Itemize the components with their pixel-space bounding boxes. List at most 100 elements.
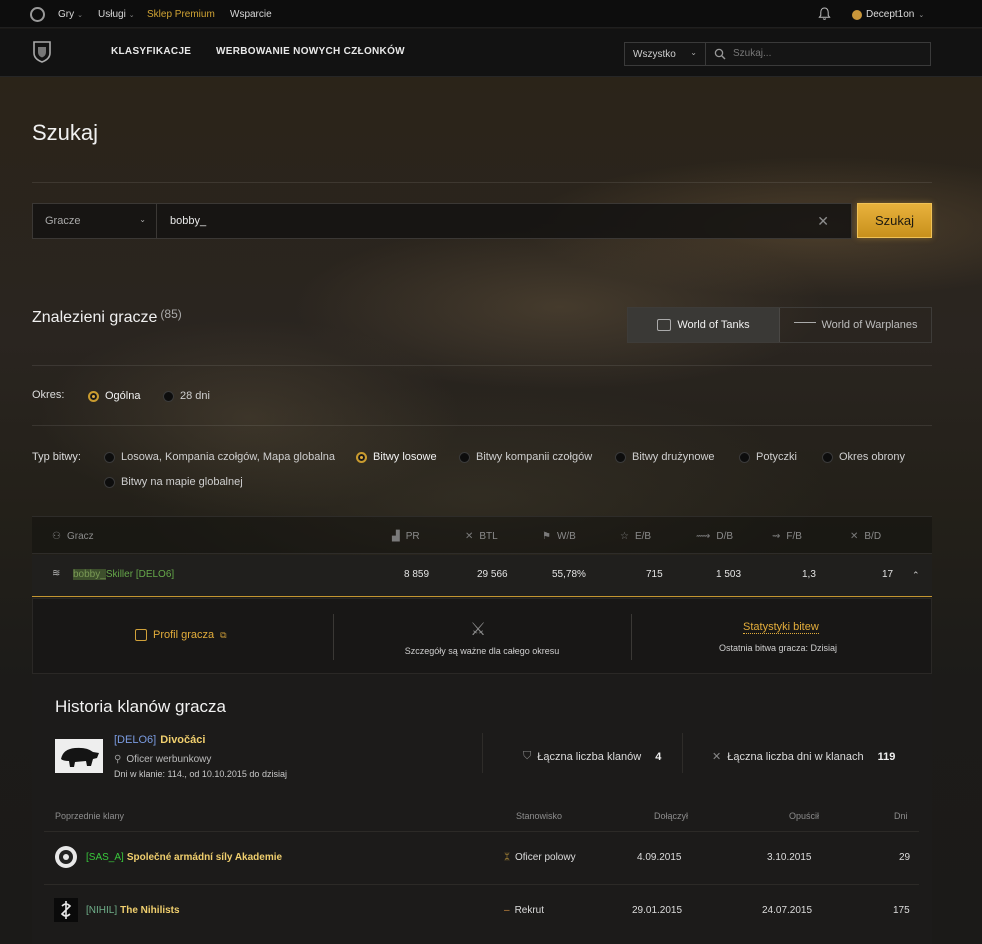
current-clan-since: Dni w klanie: 114., od 10.10.2015 do dzi… (114, 769, 287, 779)
search-button[interactable]: Szukaj (857, 203, 932, 238)
current-clan-name[interactable]: [DELO6] Divočáci (114, 734, 205, 746)
divider (333, 614, 334, 660)
search-placeholder: Szukaj... (733, 48, 772, 59)
divider (32, 365, 932, 366)
total-clans: ⛉ Łączna liczba klanów 4 (523, 750, 662, 763)
col-db[interactable]: ⟿ D/B (696, 531, 733, 542)
chevron-down-icon: ⌄ (918, 11, 925, 19)
col-pr[interactable]: ▟ PR (392, 531, 420, 542)
col-btl[interactable]: ✕ BTL (465, 531, 498, 542)
battle-type-label: Typ bitwy: (32, 451, 81, 463)
rank-chevron-icon: ≋ (52, 568, 61, 579)
support-link[interactable]: Wsparcie (230, 9, 272, 20)
player-profile-link[interactable]: Profil gracza ⧉ (135, 629, 227, 641)
chevron-down-icon: ⌄ (139, 215, 146, 224)
results-table-header: ⚇ Gracz ▟ PR ✕ BTL ⚑ W/B ☆ E/B ⟿ D/B ⇝ F/B ✕ B/D (32, 516, 932, 554)
player-search-box: Gracze ⌄ bobby_ ✕ (32, 203, 852, 239)
previous-clan-name[interactable]: [NIHIL] The Nihilists (86, 905, 180, 916)
table-row[interactable]: [SAS_A] Společné armádní síly Akademie ᛯO… (44, 831, 919, 883)
battle-type-option[interactable]: Potyczki (739, 451, 797, 463)
star-icon: ☆ (620, 531, 629, 542)
table-row[interactable]: ≋ bobby_Skiller [DELO6] 8 859 29 566 55,… (32, 555, 932, 597)
damage-icon: ⟿ (696, 531, 711, 542)
scope-select[interactable]: Wszystko ⌄ (624, 42, 706, 66)
col-eb[interactable]: ☆ E/B (620, 531, 651, 542)
user-avatar-icon (852, 9, 862, 20)
frags-icon: ⇝ (772, 531, 781, 542)
col-position: Stanowisko (516, 811, 563, 821)
table-row[interactable]: [NIHIL] The Nihilists – Rekrut 29.01.2015 … (44, 884, 919, 936)
value-wb: 55,78% (552, 569, 586, 580)
col-days: Dni (894, 811, 908, 821)
bell-icon[interactable] (818, 7, 831, 21)
premium-shop-link[interactable]: Sklep Premium (147, 9, 215, 20)
value-eb: 715 (646, 569, 663, 580)
col-bd[interactable]: ✕ B/D (850, 531, 881, 542)
clan-history-section: Historia klanów gracza [DELO6] Divočáci ⚲… (32, 675, 932, 944)
plane-icon (793, 322, 816, 328)
period-option-28-days[interactable]: 28 dni (163, 390, 210, 402)
col-player[interactable]: ⚇ Gracz (52, 531, 94, 542)
role-insignia-icon: ᛯ (504, 852, 510, 863)
collapse-chevron-icon[interactable]: ⌃ (912, 570, 920, 581)
nav-rankings[interactable]: KLASYFIKACJE (111, 46, 191, 57)
nav-search-input[interactable]: Szukaj... (705, 42, 931, 66)
battle-type-option[interactable]: Bitwy losowe (356, 451, 437, 463)
clan-shield-icon: ⛉ (523, 750, 532, 762)
divider (482, 733, 483, 773)
battle-stats-link[interactable]: Statystyki bitew (743, 621, 819, 634)
nihil-clan-emblem-icon (54, 898, 78, 922)
role-insignia-icon: ⚲ (114, 754, 122, 765)
previous-clan-role: ᛯ Oficer polowy (504, 852, 576, 863)
games-menu[interactable]: Gry ⌄ (58, 9, 83, 20)
victory-flag-icon: ⚑ (542, 531, 551, 542)
tab-world-of-tanks[interactable]: World of Tanks (628, 308, 780, 342)
clan-history-title: Historia klanów gracza (55, 697, 227, 716)
divider (32, 425, 932, 426)
results-heading: Znalezieni gracze (85) (32, 307, 182, 326)
col-wb[interactable]: ⚑ W/B (542, 531, 576, 542)
battle-type-option[interactable]: Bitwy kompanii czołgów (459, 451, 592, 463)
col-fb[interactable]: ⇝ F/B (772, 531, 802, 542)
battle-type-option[interactable]: Bitwy na mapie globalnej (104, 476, 243, 488)
wot-clans-logo-icon[interactable] (31, 40, 53, 64)
battle-type-option[interactable]: Bitwy drużynowe (615, 451, 715, 463)
chevron-down-icon: ⌄ (690, 48, 697, 57)
left-date: 3.10.2015 (767, 852, 812, 863)
left-date: 24.07.2015 (762, 905, 813, 916)
joined-date: 29.01.2015 (632, 905, 683, 916)
wargaming-logo-icon[interactable] (30, 7, 45, 22)
clear-icon[interactable]: ✕ (817, 213, 829, 230)
player-name[interactable]: bobby_Skiller [DELO6] (73, 569, 174, 580)
top-bar: Gry ⌄ Usługi ⌄ Sklep Premium Wsparcie Dece… (0, 0, 982, 28)
col-left: Opuścił (789, 811, 820, 821)
role-insignia-icon: – (504, 905, 510, 916)
player-detail-panel: Profil gracza ⧉ ⚔ Szczegóły są ważne dla… (32, 598, 932, 674)
battle-type-option[interactable]: Losowa, Kompania czołgów, Mapa globalna (104, 451, 335, 463)
value-btl: 29 566 (477, 569, 508, 580)
battle-type-option[interactable]: Okres obrony (822, 451, 905, 463)
col-previous-clans: Poprzednie klany (55, 811, 125, 821)
value-bd: 17 (882, 569, 894, 580)
value-pr: 8 859 (404, 569, 430, 580)
results-count: (85) (160, 307, 182, 321)
last-battle-text: Ostatnia bitwa gracza: Dzisiaj (719, 643, 838, 653)
username: Decept1on (866, 9, 915, 20)
nav-recruiting[interactable]: WERBOWANIE NOWYCH CZŁONKÓW (216, 46, 405, 57)
boar-clan-emblem-icon[interactable] (55, 739, 103, 773)
services-menu[interactable]: Usługi ⌄ (98, 9, 135, 20)
period-option-overall[interactable]: Ogólna (88, 390, 140, 402)
divider (631, 614, 632, 660)
previous-clan-name[interactable]: [SAS_A] Společné armádní síly Akademie (86, 852, 282, 863)
battles-icon: ✕ (465, 531, 474, 542)
sas-clan-emblem-icon (55, 846, 77, 868)
tab-world-of-warplanes[interactable]: World of Warplanes (780, 308, 931, 342)
col-joined: Dołączył (654, 811, 689, 821)
rating-icon: ▟ (392, 531, 400, 542)
user-menu[interactable]: Decept1on ⌄ (852, 9, 924, 20)
days-value: 29 (899, 852, 911, 863)
tank-icon (657, 319, 672, 331)
search-type-select[interactable]: Gracze ⌄ (33, 204, 157, 238)
joined-date: 4.09.2015 (637, 852, 682, 863)
search-field[interactable]: bobby_ (170, 215, 206, 227)
